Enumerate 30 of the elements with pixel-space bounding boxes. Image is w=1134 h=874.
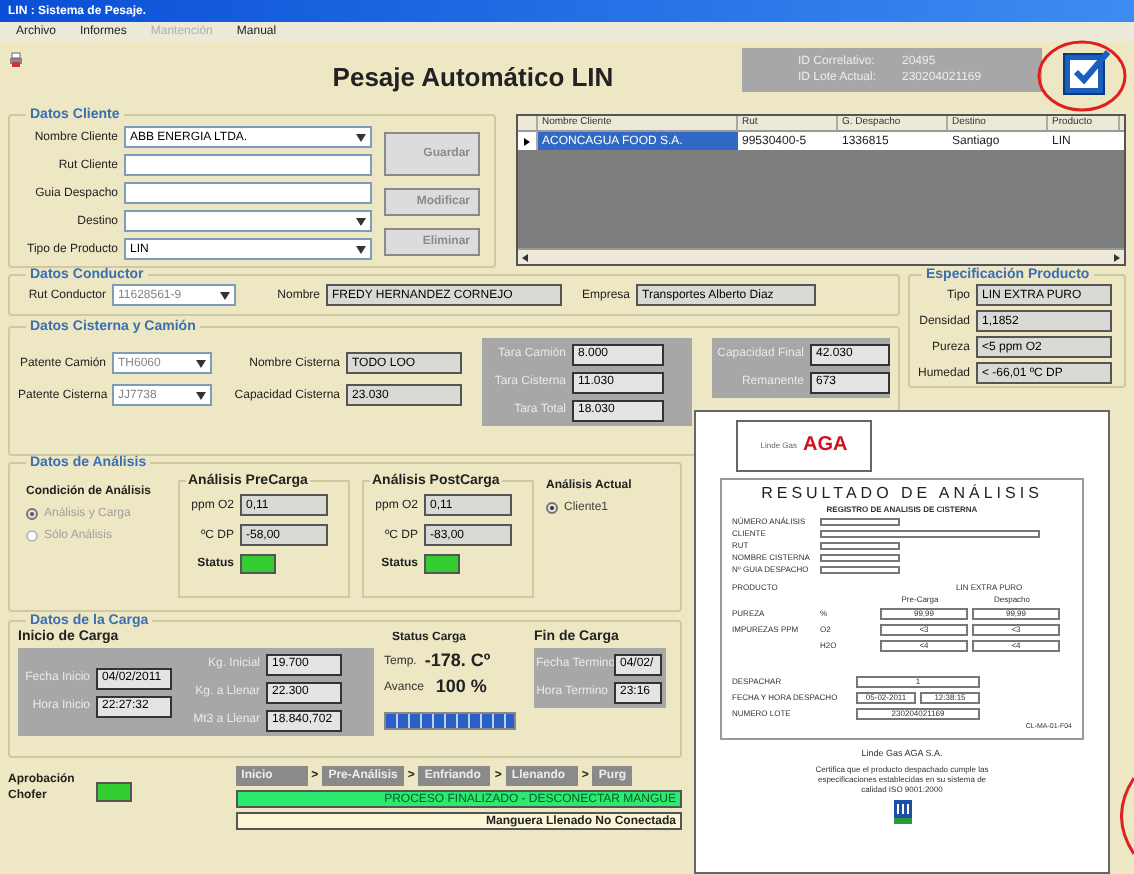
value-box	[820, 554, 900, 562]
caret-icon	[356, 245, 366, 253]
annotation-circle	[1036, 40, 1128, 112]
value-box	[820, 566, 900, 574]
value-box	[820, 518, 900, 526]
caret-icon	[356, 133, 366, 141]
radio-button[interactable]	[546, 502, 558, 514]
annotation-arc	[1120, 776, 1134, 856]
input-field[interactable]	[124, 154, 372, 176]
temperature-value: -178. Cº	[424, 652, 491, 670]
logo-mark: AGA	[803, 436, 848, 456]
caret-icon	[356, 217, 366, 225]
page-title: Pesaje Automático LIN	[332, 64, 614, 90]
quality-seal-icon	[893, 800, 911, 824]
scroll-left-icon[interactable]	[520, 251, 532, 263]
scroll-right-icon[interactable]	[1110, 251, 1122, 263]
caret-icon	[196, 359, 206, 367]
checkbox-edit-icon[interactable]	[1062, 48, 1114, 96]
scrollbar[interactable]	[518, 248, 1124, 264]
printer-icon[interactable]	[8, 52, 24, 68]
value-box	[820, 542, 900, 550]
input-field[interactable]	[124, 182, 372, 204]
row-pointer-icon	[524, 137, 530, 145]
radio-button[interactable]	[26, 530, 38, 542]
radio-button[interactable]	[26, 508, 38, 520]
caret-icon	[220, 291, 230, 299]
caret-icon	[196, 391, 206, 399]
dropdown-field[interactable]	[124, 210, 372, 232]
progress-value: 100 %	[435, 678, 487, 696]
document-title: RESULTADO DE ANÁLISIS	[761, 486, 1043, 502]
